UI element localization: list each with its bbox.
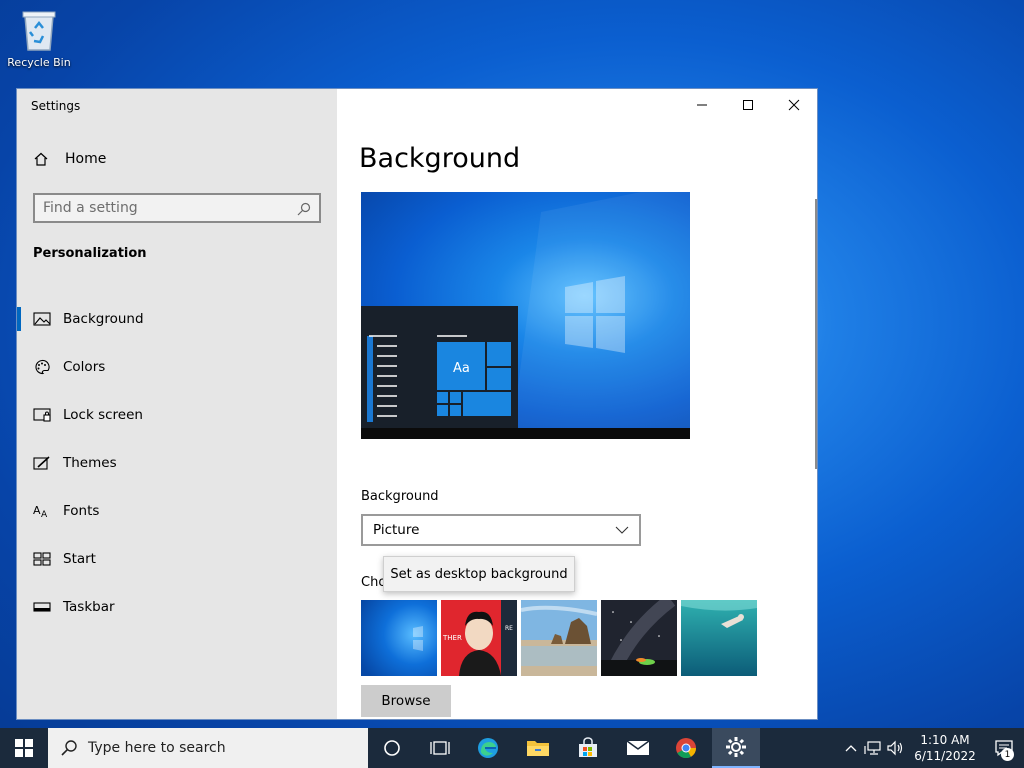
- sidebar-item-background[interactable]: Background: [17, 295, 337, 343]
- settings-sidebar: Settings Home Personalization Background: [17, 89, 337, 719]
- network-icon: [864, 741, 881, 755]
- svg-text:A: A: [33, 504, 41, 517]
- sidebar-item-colors[interactable]: Colors: [17, 343, 337, 391]
- picture-thumbnails: THER RE: [361, 600, 757, 676]
- clock-date: 6/11/2022: [914, 749, 976, 763]
- sidebar-item-themes[interactable]: Themes: [17, 439, 337, 487]
- themes-icon: [33, 454, 51, 472]
- picture-icon: [33, 310, 51, 328]
- clock-time: 1:10 AM: [920, 733, 970, 747]
- recycle-bin-label: Recycle Bin: [7, 56, 71, 69]
- sidebar-item-label: Background: [63, 311, 144, 327]
- chevron-down-icon: [615, 526, 629, 534]
- taskbar-icon: [33, 598, 51, 616]
- sidebar-item-label: Start: [63, 551, 96, 567]
- edge-icon: [478, 738, 498, 758]
- page-title: Background: [359, 143, 521, 174]
- thumbnail-text-right: RE: [505, 625, 513, 632]
- taskbar-search-box[interactable]: Type here to search: [48, 728, 368, 768]
- sidebar-item-label: Colors: [63, 359, 106, 375]
- search-icon: [60, 739, 78, 757]
- sidebar-item-taskbar[interactable]: Taskbar: [17, 583, 337, 631]
- sidebar-item-fonts[interactable]: AA Fonts: [17, 487, 337, 535]
- chevron-up-icon: [845, 745, 857, 752]
- sidebar-item-label: Themes: [63, 455, 117, 471]
- browse-button[interactable]: Browse: [361, 685, 451, 717]
- window-title: Settings: [31, 99, 81, 113]
- settings-window: Settings Home Personalization Background: [16, 88, 818, 720]
- sidebar-item-label: Fonts: [63, 503, 100, 519]
- thumbnail-milky-way-night[interactable]: [601, 600, 677, 676]
- recycle-bin-icon: [19, 8, 59, 52]
- notification-count-badge: 1: [1001, 748, 1014, 761]
- background-type-dropdown[interactable]: Picture: [361, 514, 641, 546]
- chrome-button[interactable]: [662, 728, 710, 768]
- settings-icon: [726, 737, 746, 757]
- sidebar-item-start[interactable]: Start: [17, 535, 337, 583]
- thumbnail-text-left: THER: [442, 634, 462, 642]
- background-preview: Aa: [361, 192, 690, 439]
- system-tray: 1:10 AM 6/11/2022 1: [840, 728, 1024, 768]
- settings-taskbar-button[interactable]: [712, 728, 760, 768]
- find-setting-search: [33, 193, 321, 223]
- context-menu-item-label: Set as desktop background: [390, 566, 568, 582]
- home-icon: [33, 151, 49, 167]
- task-view-button[interactable]: [416, 728, 464, 768]
- dropdown-value: Picture: [373, 522, 420, 538]
- thumbnail-underwater-swimmer[interactable]: [681, 600, 757, 676]
- thumbnail-beach-rocks[interactable]: [521, 600, 597, 676]
- cortana-button[interactable]: [368, 728, 416, 768]
- home-label: Home: [65, 151, 107, 167]
- preview-start-menu: Aa: [361, 306, 518, 428]
- section-title: Personalization: [33, 246, 147, 261]
- find-setting-input[interactable]: [43, 200, 297, 216]
- windows-logo-icon: [15, 739, 33, 757]
- content-scrollbar[interactable]: [815, 199, 817, 469]
- start-button[interactable]: [0, 728, 48, 768]
- task-view-icon: [430, 741, 450, 755]
- context-menu-set-desktop-background[interactable]: Set as desktop background: [383, 556, 575, 592]
- thumbnail-windows-blue[interactable]: [361, 600, 437, 676]
- background-type-label: Background: [361, 489, 439, 504]
- taskbar-search-placeholder: Type here to search: [88, 740, 226, 756]
- preview-taskbar: [361, 428, 690, 439]
- thumbnail-portrait-red[interactable]: THER RE: [441, 600, 517, 676]
- windows-taskbar: Type here to search 1:10 AM 6/11/2022 1: [0, 728, 1024, 768]
- clock[interactable]: 1:10 AM 6/11/2022: [912, 732, 978, 764]
- background-page: Background Aa Background Picture Cho THE…: [337, 89, 817, 719]
- search-icon[interactable]: [297, 201, 311, 216]
- lock-screen-icon: [33, 406, 51, 424]
- sidebar-item-label: Taskbar: [63, 599, 115, 615]
- file-explorer-icon: [527, 741, 549, 756]
- start-icon: [33, 550, 51, 568]
- personalization-nav: Background Colors Lock screen Themes A A…: [17, 295, 337, 631]
- palette-icon: [33, 358, 51, 376]
- mail-icon: [626, 740, 650, 755]
- file-explorer-button[interactable]: [514, 728, 562, 768]
- sidebar-item-home[interactable]: Home: [33, 151, 106, 167]
- fonts-icon: AA: [33, 502, 51, 520]
- svg-text:A: A: [41, 510, 48, 519]
- volume-icon: [887, 740, 903, 756]
- store-button[interactable]: [564, 728, 612, 768]
- show-hidden-icons-button[interactable]: [840, 744, 862, 752]
- recycle-bin-shortcut[interactable]: Recycle Bin: [6, 8, 72, 69]
- store-icon: [579, 737, 597, 757]
- sidebar-item-lock-screen[interactable]: Lock screen: [17, 391, 337, 439]
- action-center-button[interactable]: 1: [984, 728, 1024, 768]
- sidebar-item-label: Lock screen: [63, 407, 143, 423]
- network-button[interactable]: [862, 740, 884, 756]
- edge-button[interactable]: [464, 728, 512, 768]
- cortana-icon: [384, 740, 400, 756]
- chrome-icon: [676, 738, 697, 759]
- volume-button[interactable]: [884, 740, 906, 756]
- preview-sample-text: Aa: [453, 361, 470, 376]
- mail-button[interactable]: [614, 728, 662, 768]
